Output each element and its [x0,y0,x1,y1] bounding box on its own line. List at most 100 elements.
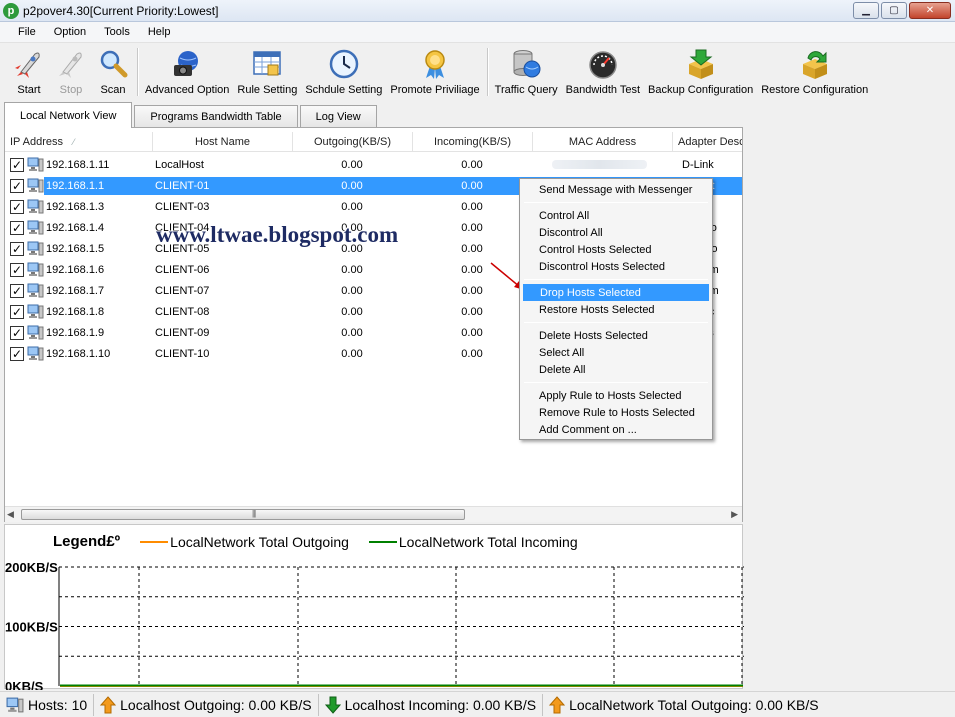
cell-ip-address: 192.168.1.8 [46,305,105,318]
menu-item-discontrol-hosts-selected[interactable]: Discontrol Hosts Selected [522,258,710,275]
speedometer-icon [586,47,620,81]
p2pover-icon: p [3,2,19,19]
menu-option[interactable]: Option [45,26,95,38]
close-button[interactable]: ✕ [909,2,951,19]
scrollbar-thumb[interactable]: ||| [21,509,465,520]
title-bar[interactable]: p p2pover4.30[Current Priority:Lowest] ▁… [0,0,955,22]
menu-item-apply-rule-to-hosts-selected[interactable]: Apply Rule to Hosts Selected [522,387,710,404]
menu-item-remove-rule-to-hosts-selected[interactable]: Remove Rule to Hosts Selected [522,404,710,421]
cell-outgoing: 0.00 [341,284,363,297]
cell-incoming: 0.00 [461,221,483,234]
bandwidth-test-label: Bandwidth Test [565,84,641,96]
column-outgoing[interactable]: Outgoing(KB/S) [293,132,413,152]
cell-ip-address: 192.168.1.7 [46,284,105,297]
chart-legend: Legend£º LocalNetwork Total Outgoing Loc… [53,533,598,550]
cell-incoming: 0.00 [461,347,483,360]
menu-bar: File Option Tools Help [0,22,955,43]
status-hosts: Hosts: 10 [0,693,95,716]
scroll-right-icon[interactable]: ▶ [731,509,738,520]
cell-outgoing: 0.00 [341,305,363,318]
cell-host-name: CLIENT-08 [155,305,210,318]
host-checkbox[interactable]: ✓ [10,199,24,214]
menu-item-control-all[interactable]: Control All [522,207,710,224]
bandwidth-test-button[interactable]: Bandwidth Test [562,44,644,96]
menu-item-restore-hosts-selected[interactable]: Restore Hosts Selected [522,301,710,318]
rule-setting-label: Rule Setting [237,84,298,96]
horizontal-scrollbar[interactable]: ◀ ||| ▶ [5,506,742,522]
traffic-query-button[interactable]: Traffic Query [491,44,562,96]
host-checkbox[interactable]: ✓ [10,178,24,193]
tab-log-view[interactable]: Log View [299,105,377,127]
cell-host-name: CLIENT-09 [155,326,210,339]
start-button[interactable]: Start [8,44,50,96]
menu-help[interactable]: Help [139,26,180,38]
legend-title: Legend£º [53,533,121,550]
scroll-left-icon[interactable]: ◀ [7,509,14,520]
host-checkbox[interactable]: ✓ [10,304,24,319]
cell-incoming: 0.00 [461,179,483,192]
cell-outgoing: 0.00 [341,326,363,339]
menu-separator [524,279,708,280]
column-host-name[interactable]: Host Name [153,132,293,152]
cell-ip-address: 192.168.1.1 [46,179,105,192]
host-checkbox[interactable]: ✓ [10,241,24,256]
column-mac-address[interactable]: MAC Address [533,132,673,152]
host-checkbox[interactable]: ✓ [10,157,24,172]
status-localhost-incoming: Localhost Incoming: 0.00 KB/S [319,693,544,716]
sort-ascending-icon: ⁄ [73,137,75,147]
menu-item-select-all[interactable]: Select All [522,344,710,361]
schedule-setting-button[interactable]: Schdule Setting [301,44,386,96]
advanced-option-button[interactable]: Advanced Option [141,44,233,96]
computer-icon [27,241,44,256]
menu-item-delete-hosts-selected[interactable]: Delete Hosts Selected [522,327,710,344]
start-label: Start [17,84,41,96]
cell-outgoing: 0.00 [341,179,363,192]
spreadsheet-icon [250,47,284,81]
column-adapter-description[interactable]: Adapter Desc [673,132,742,152]
maximize-icon: ▢ [889,5,899,16]
menu-item-control-hosts-selected[interactable]: Control Hosts Selected [522,241,710,258]
cell-ip-address: 192.168.1.3 [46,200,105,213]
restore-configuration-button[interactable]: Restore Configuration [757,44,872,96]
toolbar: Start Stop Scan Advanced Option Rule Set… [0,44,955,99]
table-row[interactable]: ✓ 192.168.1.11 LocalHost 0.00 0.00 D-Lin… [5,154,742,175]
host-checkbox[interactable]: ✓ [10,262,24,277]
rule-setting-button[interactable]: Rule Setting [233,44,301,96]
scan-label: Scan [100,84,126,96]
tab-local-network-view[interactable]: Local Network View [4,102,133,128]
host-checkbox[interactable]: ✓ [10,283,24,298]
schedule-setting-label: Schdule Setting [305,84,383,96]
cell-ip-address: 192.168.1.5 [46,242,105,255]
y-tick-label: 100KB/S [5,620,58,635]
cell-adapter-description: D-Link [682,158,714,171]
host-checkbox[interactable]: ✓ [10,346,24,361]
menu-item-drop-hosts-selected[interactable]: Drop Hosts Selected [523,284,709,301]
tab-programs-bandwidth-table[interactable]: Programs Bandwidth Table [134,105,298,127]
host-checkbox[interactable]: ✓ [10,220,24,235]
cell-host-name: LocalHost [155,158,204,171]
cell-host-name: CLIENT-10 [155,347,210,360]
maximize-button[interactable]: ▢ [881,2,907,19]
computer-icon [27,220,44,235]
cell-incoming: 0.00 [461,326,483,339]
menu-file[interactable]: File [0,26,45,38]
box-download-icon [684,47,718,81]
y-tick-label: 0KB/S [5,679,44,690]
status-hosts-text: Hosts: 10 [28,696,88,713]
column-ip-address[interactable]: IP Address ⁄ [5,132,153,152]
menu-item-send-message-with-messenger[interactable]: Send Message with Messenger [522,181,710,198]
minimize-button[interactable]: ▁ [853,2,879,19]
scan-button[interactable]: Scan [92,44,134,96]
computer-icon [27,304,44,319]
promote-privilege-button[interactable]: Promote Priviliage [386,44,483,96]
menu-item-discontrol-all[interactable]: Discontrol All [522,224,710,241]
menu-item-add-comment-on[interactable]: Add Comment on ... [522,421,710,438]
backup-configuration-button[interactable]: Backup Configuration [644,44,757,96]
computer-icon [27,262,44,277]
stop-button[interactable]: Stop [50,44,92,96]
cell-incoming: 0.00 [461,242,483,255]
menu-item-delete-all[interactable]: Delete All [522,361,710,378]
menu-tools[interactable]: Tools [95,26,139,38]
column-incoming[interactable]: Incoming(KB/S) [413,132,533,152]
host-checkbox[interactable]: ✓ [10,325,24,340]
